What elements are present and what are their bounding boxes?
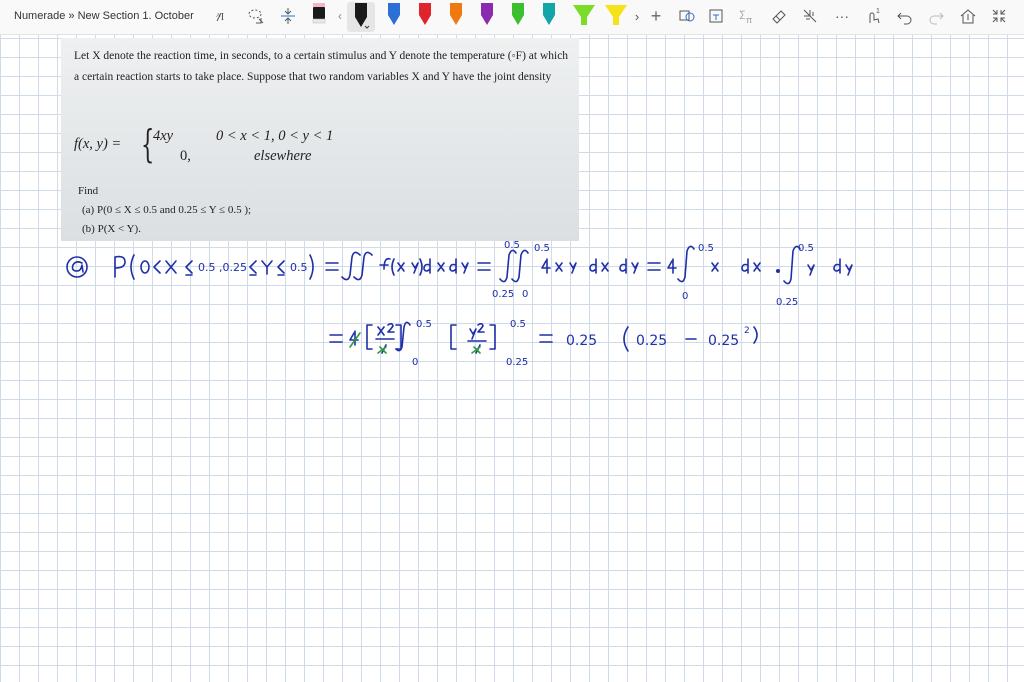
redo-icon[interactable] <box>925 4 947 28</box>
svg-text:π: π <box>746 15 752 25</box>
pen-black-icon[interactable] <box>309 3 329 28</box>
shape-convert-icon[interactable] <box>676 4 698 28</box>
svg-text:0.5: 0.5 <box>504 240 520 251</box>
share-icon[interactable] <box>957 4 979 28</box>
svg-text:0.5: 0.5 <box>534 243 550 254</box>
pen-black-selected-icon[interactable] <box>347 2 375 32</box>
svg-text:0.25: 0.25 <box>492 289 514 300</box>
ink-to-text-icon[interactable] <box>706 4 728 28</box>
svg-text:0.5 ,0.25: 0.5 ,0.25 <box>198 261 247 274</box>
svg-text:∑: ∑ <box>739 9 745 19</box>
pen-teal-icon[interactable] <box>538 3 560 28</box>
toolbar: Numerade » New Section 1. October ᴬI ‹ ›… <box>0 0 1024 35</box>
svg-text:1: 1 <box>876 8 880 15</box>
more-icon[interactable]: ··· <box>830 4 854 28</box>
svg-text:0: 0 <box>412 357 418 368</box>
text-selection-icon[interactable]: ᴬI <box>212 4 236 28</box>
pen-purple-icon[interactable] <box>476 3 498 28</box>
svg-text:0.5: 0.5 <box>290 261 308 274</box>
insert-space-icon[interactable] <box>276 4 300 28</box>
svg-text:0.5: 0.5 <box>698 243 714 254</box>
highlighter-yellow-icon[interactable] <box>601 4 631 28</box>
pen-orange-icon[interactable] <box>445 3 467 28</box>
svg-text:0.25: 0.25 <box>776 297 798 308</box>
breadcrumb[interactable]: Numerade » New Section 1. October <box>14 10 194 22</box>
eraser-icon[interactable] <box>768 4 790 28</box>
undo-icon[interactable] <box>894 4 916 28</box>
svg-text:0.25: 0.25 <box>636 333 667 349</box>
add-pen-icon[interactable]: + <box>646 4 666 28</box>
pen-blue-icon[interactable] <box>383 3 405 28</box>
note-canvas[interactable]: Let X denote the reaction time, in secon… <box>0 35 1024 682</box>
svg-text:0.5: 0.5 <box>510 319 526 330</box>
highlighter-green-icon[interactable] <box>569 4 599 28</box>
svg-text:0: 0 <box>682 291 688 302</box>
svg-text:0.5: 0.5 <box>416 319 432 330</box>
ruler-icon[interactable] <box>799 4 821 28</box>
pens-more-chevron-icon[interactable]: › <box>632 4 642 28</box>
handwriting-ink: 0.5 ,0.25 0.5 0.5 0.5 0.25 0 0.5 0 0.5 0… <box>66 240 853 368</box>
touch-writing-icon[interactable]: 1 <box>863 4 885 28</box>
svg-text:ᴬI: ᴬI <box>216 11 225 23</box>
svg-text:0: 0 <box>522 289 528 300</box>
fullscreen-icon[interactable] <box>988 4 1010 28</box>
svg-text:0.25: 0.25 <box>708 333 739 349</box>
pen-green-icon[interactable] <box>507 3 529 28</box>
ink-to-math-icon[interactable]: ∑ π <box>736 4 758 28</box>
svg-text:0.25: 0.25 <box>506 357 528 368</box>
pen-red-icon[interactable] <box>414 3 436 28</box>
svg-text:0.5: 0.5 <box>798 243 814 254</box>
chevron-left-icon[interactable]: ‹ <box>334 4 346 28</box>
svg-text:0.25: 0.25 <box>566 333 597 349</box>
svg-text:2: 2 <box>744 326 750 336</box>
lasso-select-icon[interactable] <box>244 4 268 28</box>
